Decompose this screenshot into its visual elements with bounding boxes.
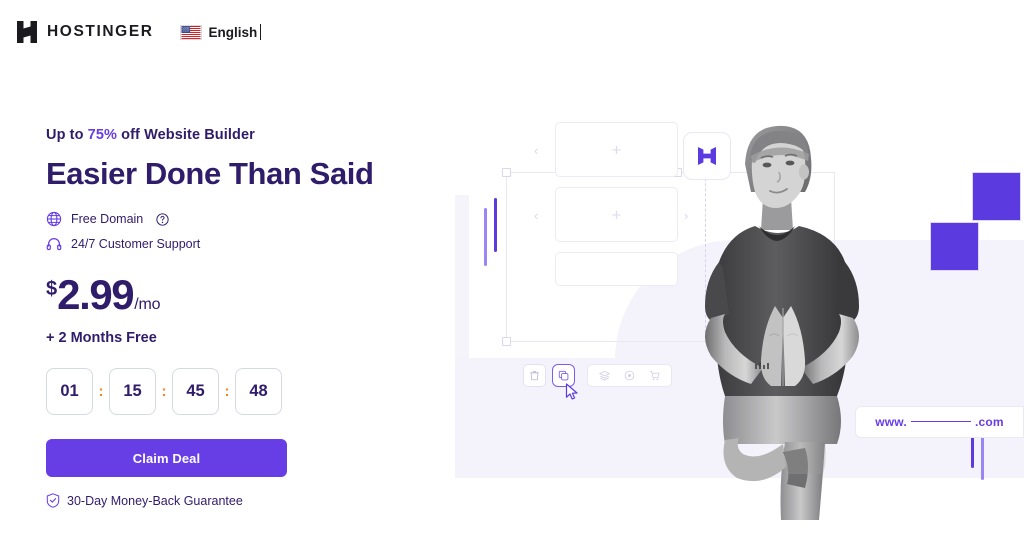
builder-toolbar [523,364,672,387]
timer-separator: : [224,383,230,401]
us-flag-icon [179,24,202,40]
url-prefix: www. [875,415,907,429]
headset-icon [46,238,62,251]
cart-icon[interactable] [649,370,660,381]
url-input-blank[interactable] [910,420,971,422]
promo-eyebrow: Up to 75% off Website Builder [46,126,376,145]
toolbar-secondary-group [587,364,672,387]
plus-icon: + [611,140,622,159]
price-display: $ 2.99 /mo [46,274,376,316]
plus-icon: + [611,205,622,224]
chevron-left-icon[interactable]: ‹ [534,144,538,157]
timer-minutes: 45 [172,368,219,416]
timer-seconds: 48 [235,368,282,416]
guarantee-label: 30-Day Money-Back Guarantee [67,493,243,508]
hero-illustration: + + ‹ › ‹ › [455,100,1024,520]
timer-separator: : [98,383,104,401]
resize-handle-bottom-left[interactable] [502,337,511,346]
promo-panel: Up to 75% off Website Builder Easier Don… [46,126,376,508]
feature-label: 24/7 Customer Support [71,237,201,252]
feature-list: Free Domain 24/7 Customer Support [46,211,376,252]
toolbar-delete-button[interactable] [523,364,546,387]
trash-icon [530,371,539,381]
timer-hours: 15 [109,368,156,416]
eyebrow-prefix: Up to [46,127,88,143]
language-selector[interactable]: English [179,24,262,40]
duplicate-icon [558,370,569,381]
decor-line-left-b [494,198,497,252]
resize-handle-top-left[interactable] [502,168,511,177]
timer-separator: : [161,383,167,401]
guarantee-row: 30-Day Money-Back Guarantee [46,493,376,508]
site-header: HOSTINGER English [16,20,262,44]
person-photo [705,125,859,520]
language-label: English [208,24,258,40]
countdown-timer: 01 : 15 : 45 : 48 [46,368,376,416]
domain-url-bar[interactable]: www. .com [855,406,1024,438]
timer-days: 01 [46,368,93,416]
brand-name: HOSTINGER [47,23,154,41]
eyebrow-discount: 75% [87,127,117,143]
bonus-text: + 2 Months Free [46,330,157,347]
decor-line-left-a [484,208,487,266]
mouse-pointer-icon [565,383,578,400]
claim-deal-button[interactable]: Claim Deal [46,439,287,478]
url-suffix: .com [974,415,1004,429]
price-amount: 2.99 [57,271,135,319]
feature-item-support: 24/7 Customer Support [46,236,376,252]
layers-icon[interactable] [599,370,610,381]
hostinger-h-logo-icon [17,21,37,43]
price-period: /mo [134,296,161,314]
price-currency: $ [46,278,58,301]
feature-item-free-domain: Free Domain [46,211,376,227]
decor-square-top [972,172,1021,221]
question-mark-icon[interactable] [156,213,169,226]
shield-check-icon [46,493,60,508]
globe-icon [46,212,62,227]
target-icon[interactable] [624,370,635,381]
page-title: Easier Done Than Said [46,155,374,191]
text-caret [260,24,262,40]
chevron-left-icon[interactable]: ‹ [534,209,538,222]
brand-logo[interactable]: HOSTINGER [16,20,154,44]
eyebrow-suffix: off Website Builder [117,127,255,143]
feature-label: Free Domain [71,212,144,227]
landing-page: HOSTINGER English Up to 75% off Website … [0,0,1024,544]
